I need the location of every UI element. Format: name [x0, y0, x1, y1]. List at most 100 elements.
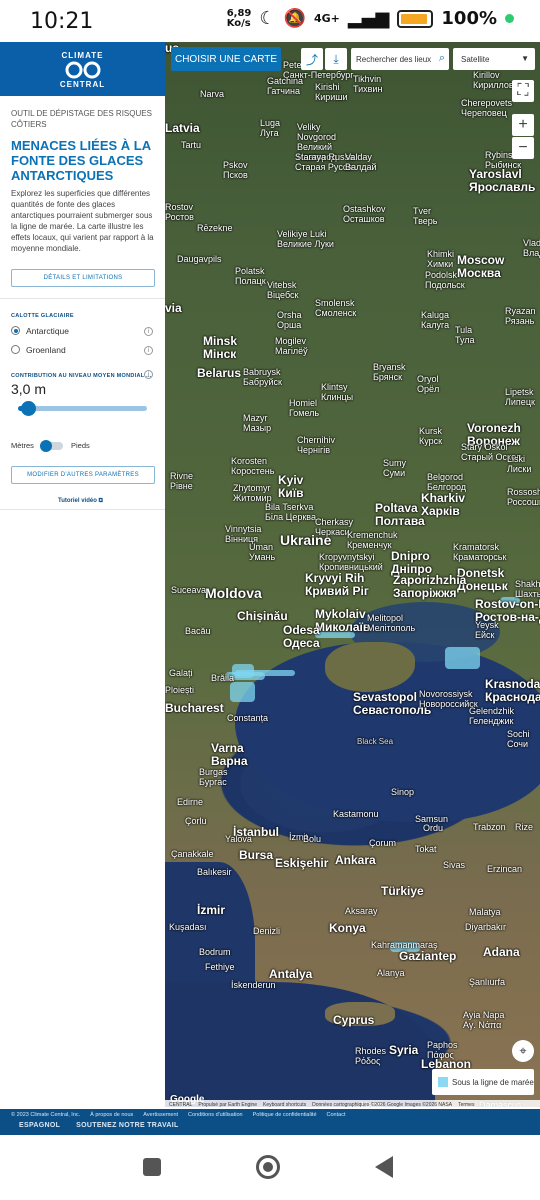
map-place-label: Edirne	[177, 797, 204, 807]
map-place-label: Kremenchuk Кременчук	[347, 530, 398, 550]
flood-area	[445, 647, 480, 669]
radio-groenland[interactable]	[11, 345, 20, 354]
choose-map-button[interactable]: CHOISIR UNE CARTE	[171, 47, 281, 71]
radio-antarctique[interactable]	[11, 326, 20, 335]
zoom-in-button[interactable]: +	[512, 114, 534, 136]
map-place-label: Bursa	[239, 848, 274, 862]
share-icon[interactable]: ⤴	[301, 48, 323, 70]
map-place-label: Black Sea	[357, 737, 394, 746]
map-place-label: Tver Тверь	[413, 206, 438, 226]
search-icon[interactable]: ⌕	[439, 52, 445, 65]
attribution-item[interactable]: Keyboard shortcuts	[263, 1102, 306, 1108]
map-place-label: Aksaray	[345, 906, 378, 916]
map-place-label: Polatsk Полацк	[235, 266, 266, 286]
map-place-label: Orsha Орша	[277, 310, 302, 330]
tool-kicker: OUTIL DE DÉPISTAGE DES RISQUES CÔTIERS	[11, 109, 152, 129]
satellite-map[interactable]: Peterhof Санкт-ПетербургGatchina Гатчина…	[165, 42, 540, 1107]
map-place-label: Varna Варна	[211, 741, 248, 768]
map-place-label: Balıkesir	[197, 867, 232, 877]
fullscreen-icon[interactable]: ⛶	[512, 80, 534, 102]
map-place-label: Daugavpils	[177, 254, 222, 264]
info-icon[interactable]: i	[144, 370, 153, 379]
radio-antarctique-label[interactable]: Antarctique	[26, 326, 69, 336]
map-place-label: Narva	[200, 89, 225, 99]
footer-link-spanish[interactable]: ESPAGNOL	[19, 1122, 60, 1129]
info-icon[interactable]: i	[144, 327, 153, 336]
logo-line2: CENTRAL	[59, 80, 106, 89]
map-place-label: Kastamonu	[333, 809, 379, 819]
map-place-label: Gelendzhik Геленджик	[469, 706, 515, 726]
zoom-out-button[interactable]: −	[512, 137, 534, 159]
attribution-item: Données cartographiques ©2026 Google Ima…	[312, 1101, 453, 1108]
footer-link-about[interactable]: À propos de nous	[90, 1112, 133, 1118]
details-limitations-button[interactable]: DÉTAILS ET LIMITATIONS	[11, 269, 155, 287]
external-link-icon: ⧉	[98, 498, 103, 504]
units-toggle[interactable]	[40, 440, 63, 452]
map-place-label: Konya	[329, 921, 366, 935]
search-input[interactable]: Rechercher des lieux ⌕	[351, 48, 449, 70]
map-place-label: Rēzekne	[197, 223, 233, 233]
contribution-label: CONTRIBUTION AU NIVEAU MOYEN MONDIAL ...	[11, 373, 152, 379]
map-place-label: İskenderun	[231, 980, 276, 990]
map-place-label: Rostov Ростов	[165, 202, 194, 222]
map-place-label: Sinop	[391, 787, 415, 797]
map-place-label: Shakhty Шахты	[515, 579, 540, 599]
divider	[0, 509, 165, 510]
map-place-label: İzmir	[197, 903, 226, 917]
attribution-item[interactable]: Propulsé par Earth Engine	[198, 1102, 257, 1108]
status-time: 10:21	[30, 9, 94, 34]
map-place-label: Kirishi Кириши	[315, 82, 348, 102]
map-place-label: Çanakkale	[171, 849, 214, 859]
map-place-label: Çorum	[369, 838, 397, 848]
sea-level-slider[interactable]	[18, 406, 147, 411]
map-place-label: Velikiye Luki Великие Луки	[277, 229, 334, 249]
map-place-label: Ordu	[423, 823, 444, 833]
footer-link-disclaimer[interactable]: Avertissement	[143, 1112, 178, 1118]
network-type: 4G+	[313, 12, 340, 25]
map-place-label: Moldova	[205, 585, 262, 601]
footer-link-terms[interactable]: Conditions d'utilisation	[188, 1112, 243, 1118]
modify-parameters-button[interactable]: MODIFIER D'AUTRES PARAMÈTRES	[11, 466, 155, 484]
map-place-label: Liski Лиски	[507, 454, 532, 474]
map-place-label: Constanța	[227, 713, 269, 723]
sidebar-panel: CLIMATE CENTRAL OUTIL DE DÉPISTAGE DES R…	[0, 42, 165, 1107]
download-icon[interactable]: ⤓	[325, 48, 347, 70]
map-place-label: Luga Луга	[260, 118, 281, 138]
map-place-label: Ayia Napa Αγ. Νάπα	[463, 1010, 505, 1030]
page-title: MENACES LIÉES À LA FONTE DES GLACES ANTA…	[11, 138, 151, 183]
slider-handle[interactable]	[21, 401, 37, 416]
map-attribution: CENTRAL Propulsé par Earth Engine Keyboa…	[165, 1100, 540, 1109]
footer-link-support[interactable]: SOUTENEZ NOTRE TRAVAIL	[76, 1122, 178, 1129]
video-tutorial-link[interactable]: Tutoriel vidéo ⧉	[58, 498, 103, 505]
map-place-label: Şanlıurfa	[469, 977, 506, 987]
home-button[interactable]	[256, 1155, 280, 1179]
climate-central-logo[interactable]: CLIMATE CENTRAL	[0, 42, 165, 96]
chevron-down-icon: ▼	[521, 54, 529, 63]
map-place-label: Syria	[389, 1043, 419, 1057]
map-place-label: Krasnodar Краснодар	[485, 677, 540, 704]
map-place-label: Ostashkov Осташков	[343, 204, 386, 224]
attribution-item[interactable]: Termes	[458, 1102, 474, 1108]
map-place-label: Galați	[169, 668, 193, 678]
footer-link-privacy[interactable]: Politique de confidentialité	[253, 1112, 317, 1118]
map-place-label: Belarus	[197, 366, 242, 380]
unit-feet-label: Pieds	[71, 441, 90, 450]
recents-button[interactable]	[143, 1158, 161, 1176]
map-place-label: Vladimir Владимир	[523, 238, 540, 258]
map-place-label: Mogilev Магілёў	[275, 336, 308, 356]
map-legend: Sous la ligne de marée	[432, 1069, 534, 1095]
map-place-label: Burgas Бургас	[199, 767, 228, 787]
back-button[interactable]	[375, 1156, 393, 1178]
radio-groenland-label[interactable]: Groenland	[26, 345, 66, 355]
map-place-label: Kaluga Калуга	[421, 310, 450, 330]
footer-link-contact[interactable]: Contact	[327, 1112, 346, 1118]
map-place-label: Ankara	[335, 853, 376, 867]
map-place-label: Yalova	[225, 834, 252, 844]
map-place-label: Korosten Коростень	[231, 456, 275, 476]
recenter-icon[interactable]: ⌖	[512, 1040, 534, 1062]
map-place-label: Malatya	[469, 907, 501, 917]
map-place-label: Tikhvin Тихвин	[353, 74, 383, 94]
basemap-select[interactable]: Satellite ▼	[453, 48, 535, 70]
info-icon[interactable]: i	[144, 346, 153, 355]
map-place-label: Rivne Рівне	[170, 471, 194, 491]
